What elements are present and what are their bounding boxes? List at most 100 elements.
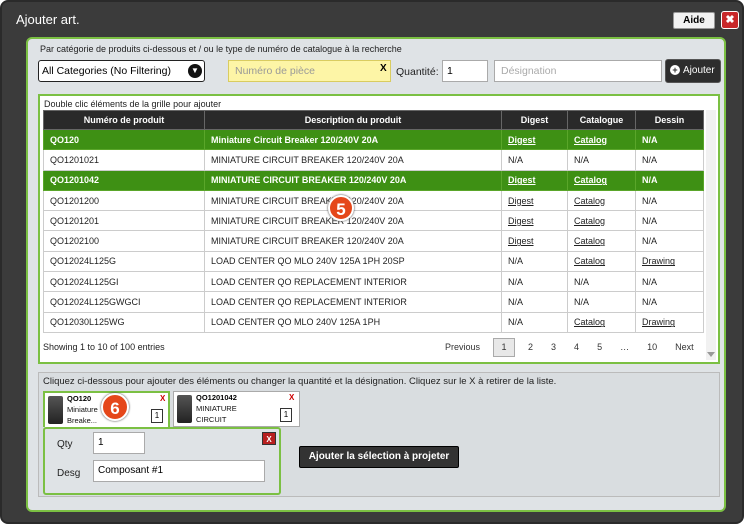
cell-digest: N/A	[501, 250, 568, 273]
cell-catalog[interactable]: Catalog	[567, 230, 636, 252]
table-row[interactable]: QO1201201 MINIATURE CIRCUIT BREAKER 120/2…	[43, 210, 704, 232]
cell-description: MINIATURE CIRCUIT BREAKER 120/240V 20A	[204, 230, 502, 252]
quantity-input[interactable]: 1	[442, 60, 488, 82]
column-header-drawing[interactable]: Dessin	[635, 110, 704, 130]
cell-catalog[interactable]: Catalog	[567, 189, 636, 212]
category-select[interactable]: All Categories (No Filtering) ▼	[38, 60, 205, 82]
grid-hint: Double clic éléments de la grille pour a…	[44, 99, 222, 109]
pager-page-3[interactable]: 3	[551, 342, 556, 352]
cell-product-number: QO12030L125WG	[43, 311, 205, 333]
cell-digest[interactable]: Digest	[501, 128, 568, 151]
step-badge-5: 5	[328, 195, 354, 221]
cell-description: LOAD CENTER QO MLO 240V 125A 1PH	[204, 311, 502, 333]
selected-item-qty[interactable]: 1	[280, 408, 292, 422]
table-row[interactable]: QO1201200 MINIATURE CIRCUIT BREAKER 120/2…	[43, 189, 704, 212]
cell-digest: N/A	[501, 311, 568, 333]
pager-page-2[interactable]: 2	[528, 342, 533, 352]
column-header-description[interactable]: Description du produit	[204, 110, 502, 130]
scroll-down-arrow-icon[interactable]	[707, 352, 715, 357]
selected-item-qty[interactable]: 1	[151, 409, 163, 423]
cell-product-number: QO1201042	[43, 169, 205, 191]
table-row[interactable]: QO12024L125GI LOAD CENTER QO REPLACEMENT …	[43, 271, 704, 293]
add-button[interactable]: + Ajouter	[665, 59, 721, 83]
table-row[interactable]: QO1201021 MINIATURE CIRCUIT BREAKER 120/2…	[43, 149, 704, 171]
cell-drawing: N/A	[635, 169, 704, 191]
pager-previous[interactable]: Previous	[445, 342, 480, 352]
selection-hint: Cliquez ci-dessous pour ajouter des élém…	[43, 376, 557, 387]
edit-qty-label: Qty	[57, 439, 73, 450]
quantity-label: Quantité:	[396, 66, 439, 78]
cell-description: MINIATURE CIRCUIT BREAKER 120/240V 20A	[204, 210, 502, 232]
step-badge-6: 6	[101, 393, 129, 421]
selected-item-code: QO1201042	[196, 393, 237, 402]
pager-page-4[interactable]: 4	[574, 342, 579, 352]
cell-digest[interactable]: Digest	[501, 230, 568, 252]
item-edit-popover: Qty 1 Desg Composant #1 X	[43, 427, 281, 495]
cell-catalog: N/A	[567, 291, 636, 313]
designation-input[interactable]: Désignation	[494, 60, 662, 82]
cell-description: MINIATURE CIRCUIT BREAKER 120/240V 20A	[204, 149, 502, 171]
selected-item-card[interactable]: QO1201042 MINIATURE CIRCUIT BREAKE... 1 …	[173, 391, 300, 435]
edit-qty-input[interactable]: 1	[93, 432, 145, 454]
table-row[interactable]: QO120 Miniature Circuit Breaker 120/240V …	[43, 128, 704, 151]
grid-scrollbar[interactable]	[706, 110, 716, 360]
cell-drawing: N/A	[635, 128, 704, 151]
help-button[interactable]: Aide	[673, 12, 715, 29]
pagination: Previous 1 2 3 4 5 … 10 Next	[436, 337, 703, 357]
cell-product-number: QO120	[43, 128, 205, 151]
cell-product-number: QO1201021	[43, 149, 205, 171]
cell-product-number: QO1201200	[43, 189, 205, 212]
cell-drawing[interactable]: Drawing	[635, 250, 704, 273]
edit-desg-input[interactable]: Composant #1	[93, 460, 265, 482]
cell-digest: N/A	[501, 291, 568, 313]
product-thumbnail-icon	[177, 395, 192, 423]
cell-digest[interactable]: Digest	[501, 189, 568, 212]
cell-catalog[interactable]: Catalog	[567, 169, 636, 191]
cell-product-number: QO1201201	[43, 210, 205, 232]
cell-drawing: N/A	[635, 149, 704, 171]
cell-digest[interactable]: Digest	[501, 210, 568, 232]
close-edit-icon[interactable]: X	[262, 432, 276, 445]
cell-catalog[interactable]: Catalog	[567, 210, 636, 232]
cell-digest: N/A	[501, 271, 568, 293]
pager-next[interactable]: Next	[675, 342, 694, 352]
table-row[interactable]: QO12024L125G LOAD CENTER QO MLO 240V 125A…	[43, 250, 704, 273]
cell-product-number: QO1202100	[43, 230, 205, 252]
add-button-label: Ajouter	[683, 65, 715, 76]
column-header-product-number[interactable]: Numéro de produit	[43, 110, 205, 130]
product-table: Numéro de produit Description du produit…	[43, 110, 704, 333]
cell-drawing: N/A	[635, 210, 704, 232]
pager-page-5[interactable]: 5	[597, 342, 602, 352]
cell-catalog: N/A	[567, 271, 636, 293]
table-row[interactable]: QO1201042 MINIATURE CIRCUIT BREAKER 120/2…	[43, 169, 704, 191]
cell-digest[interactable]: Digest	[501, 169, 568, 191]
selected-item-code: QO120	[67, 394, 92, 403]
remove-item-icon[interactable]: X	[289, 393, 294, 402]
table-row[interactable]: QO12030L125WG LOAD CENTER QO MLO 240V 125…	[43, 311, 704, 333]
cell-description: LOAD CENTER QO REPLACEMENT INTERIOR	[204, 271, 502, 293]
dialog-title: Ajouter art.	[16, 12, 80, 27]
product-grid-panel: Double clic éléments de la grille pour a…	[38, 94, 720, 364]
close-icon[interactable]: ✖	[721, 11, 739, 29]
cell-catalog[interactable]: Catalog	[567, 250, 636, 273]
table-header-row: Numéro de produit Description du produit…	[43, 110, 704, 130]
cell-drawing[interactable]: Drawing	[635, 311, 704, 333]
pager-page-10[interactable]: 10	[647, 342, 657, 352]
cell-description: MINIATURE CIRCUIT BREAKER 120/240V 20A	[204, 169, 502, 191]
cell-catalog[interactable]: Catalog	[567, 311, 636, 333]
cell-description: LOAD CENTER QO MLO 240V 125A 1PH 20SP	[204, 250, 502, 273]
clear-part-icon[interactable]: X	[380, 63, 387, 74]
cell-product-number: QO12024L125GI	[43, 271, 205, 293]
pager-ellipsis: …	[620, 342, 630, 352]
remove-item-icon[interactable]: X	[160, 394, 165, 403]
column-header-catalog[interactable]: Catalogue	[567, 110, 636, 130]
add-selection-to-project-button[interactable]: Ajouter la sélection à projeter	[299, 446, 459, 468]
part-number-input[interactable]: Numéro de pièce	[228, 60, 391, 82]
main-panel: Par catégorie de produits ci-dessous et …	[26, 37, 726, 512]
cell-product-number: QO12024L125G	[43, 250, 205, 273]
cell-catalog[interactable]: Catalog	[567, 128, 636, 151]
pager-page-1[interactable]: 1	[493, 337, 516, 357]
table-row[interactable]: QO1202100 MINIATURE CIRCUIT BREAKER 120/2…	[43, 230, 704, 252]
column-header-digest[interactable]: Digest	[501, 110, 568, 130]
table-row[interactable]: QO12024L125GWGCI LOAD CENTER QO REPLACEME…	[43, 291, 704, 313]
